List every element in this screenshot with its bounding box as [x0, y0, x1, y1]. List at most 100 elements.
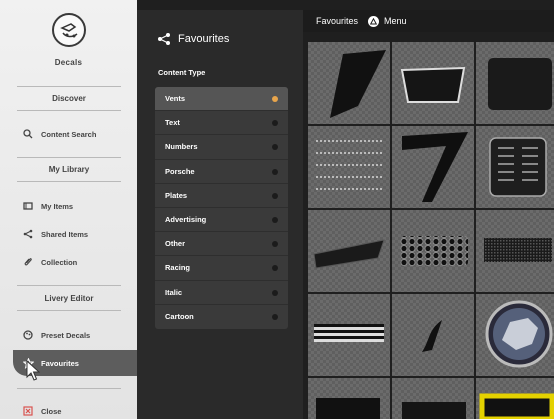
content-type-label: Vents [165, 94, 186, 104]
decal-tile[interactable] [308, 378, 390, 419]
paperclip-icon [22, 256, 34, 268]
vent-fine-mesh-icon [484, 238, 552, 262]
content-type-label: Porsche [165, 166, 195, 176]
sidebar-item-preset-decals[interactable]: Preset Decals [0, 322, 137, 348]
content-type-label: Numbers [165, 142, 198, 152]
decal-tile[interactable] [308, 294, 390, 376]
decal-tile[interactable] [392, 210, 474, 292]
share-icon [158, 33, 170, 45]
divider [17, 310, 121, 311]
close-icon [22, 405, 34, 417]
selection-dot-icon [272, 313, 278, 320]
selection-dot-icon [272, 192, 278, 199]
decal-tile[interactable] [308, 210, 390, 292]
app-title: Decals [54, 58, 83, 67]
palette-icon [22, 329, 34, 341]
decal-tile[interactable] [476, 126, 554, 208]
content-type-text[interactable]: Text [155, 111, 288, 136]
sidebar-item-shared-items[interactable]: Shared Items [0, 221, 137, 247]
sidebar-item-label: Collection [41, 257, 78, 267]
vent-twin-grille-icon [489, 137, 547, 197]
selection-dot-icon [272, 144, 278, 151]
decal-tile[interactable] [308, 126, 390, 208]
decal-tile[interactable] [392, 294, 474, 376]
sidebar-item-label: Content Search [41, 129, 97, 139]
sidebar-item-label: Shared Items [41, 229, 89, 239]
content-type-label: Text [165, 118, 180, 128]
menu-label: Menu [384, 16, 407, 26]
content-type-panel: Favourites Content Type Vents Text Numbers… [137, 10, 303, 419]
decal-tile[interactable] [476, 378, 554, 419]
sidebar-item-content-search[interactable]: Content Search [0, 121, 137, 147]
sidebar-item-label: Favourites [41, 358, 79, 368]
triangle-button-icon [368, 15, 380, 27]
section-discover: Discover [52, 94, 86, 103]
selection-dot-icon [272, 168, 278, 175]
search-icon [22, 128, 34, 140]
vent-bottom-left-icon [316, 398, 380, 419]
top-frame [137, 0, 554, 10]
sidebar-item-label: My Items [41, 201, 74, 211]
sidebar-item-close[interactable]: Close [0, 398, 137, 419]
selection-dot-icon [272, 120, 278, 127]
decal-tile[interactable] [392, 42, 474, 124]
vent-slanted-scoop-icon [330, 50, 386, 118]
content-type-label: Cartoon [165, 312, 194, 322]
selection-dot-icon [272, 265, 278, 272]
sidebar-item-label: Preset Decals [41, 330, 91, 340]
vent-rectangle-dark-icon [488, 58, 552, 110]
content-type-label: Italic [165, 287, 183, 297]
vent-seven-shape-icon [402, 132, 468, 202]
share-icon [22, 228, 34, 240]
mouse-cursor-icon [26, 359, 41, 387]
sidebar-item-collection[interactable]: Collection [0, 249, 137, 275]
vent-small-curve-icon [422, 320, 442, 352]
sidebar-item-my-items[interactable]: My Items [0, 193, 137, 219]
content-type-vents[interactable]: Vents [155, 87, 288, 112]
selection-dot-icon [272, 241, 278, 248]
vent-honeycomb-mesh-icon [400, 236, 468, 266]
vent-hood-scoop-icon [400, 66, 466, 103]
decal-tile[interactable] [308, 42, 390, 124]
content-type-label: Plates [165, 190, 188, 200]
section-my-library: My Library [48, 165, 90, 174]
vent-horizontal-slats-icon [314, 324, 384, 342]
vent-bottom-mid-icon [402, 402, 466, 419]
content-type-label: Content Type [158, 68, 206, 77]
content-type-label: Advertising [165, 215, 207, 225]
folder-icon [22, 200, 34, 212]
divider [17, 157, 121, 158]
decal-grid [303, 32, 554, 419]
section-livery-editor: Livery Editor [44, 294, 94, 303]
decal-tile[interactable] [476, 42, 554, 124]
divider [17, 86, 121, 87]
decal-tile[interactable] [476, 294, 554, 376]
content-type-advertising[interactable]: Advertising [155, 208, 288, 233]
vent-yellow-frame-icon [479, 393, 554, 419]
divider [17, 285, 121, 286]
content-type-cartoon[interactable]: Cartoon [155, 305, 288, 329]
content-type-plates[interactable]: Plates [155, 184, 288, 208]
content-type-label: Other [165, 239, 186, 249]
content-type-other[interactable]: Other [155, 232, 288, 257]
selection-dot-icon [272, 216, 278, 223]
selection-dot-icon [272, 96, 278, 102]
divider [17, 181, 121, 182]
decals-logo-icon [52, 13, 86, 47]
decal-tile[interactable] [392, 378, 474, 419]
content-type-list: Vents Text Numbers Porsche Plates Advertising… [155, 87, 288, 329]
selection-dot-icon [272, 289, 278, 296]
vent-side-lines-icon [316, 140, 382, 190]
panel-title-label: Favourites [178, 33, 230, 45]
vent-angled-grille-icon [313, 239, 385, 269]
decal-tile[interactable] [476, 210, 554, 292]
content-type-porsche[interactable]: Porsche [155, 160, 288, 184]
content-type-italic[interactable]: Italic [155, 281, 288, 305]
decal-tile[interactable] [392, 126, 474, 208]
content-type-numbers[interactable]: Numbers [155, 135, 288, 160]
panel-title: Favourites [157, 32, 229, 46]
menu-button[interactable]: Menu [368, 15, 407, 27]
content-type-label: Racing [165, 263, 191, 273]
sidebar: Decals Discover Content Search My Librar… [0, 0, 137, 419]
content-type-racing[interactable]: Racing [155, 256, 288, 281]
